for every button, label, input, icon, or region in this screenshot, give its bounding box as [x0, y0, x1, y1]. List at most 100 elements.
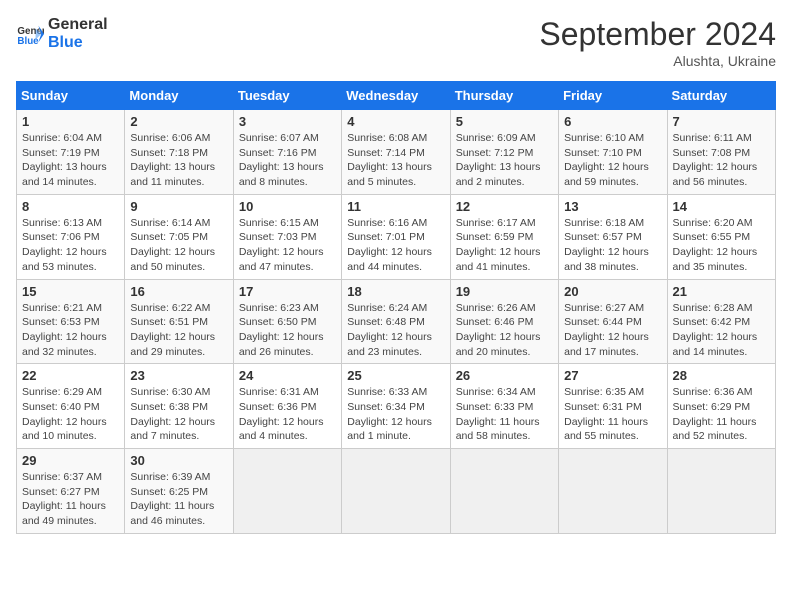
- logo-general: General: [48, 16, 108, 34]
- day-info: Sunrise: 6:04 AMSunset: 7:19 PMDaylight:…: [22, 131, 119, 190]
- day-info: Sunrise: 6:18 AMSunset: 6:57 PMDaylight:…: [564, 216, 661, 275]
- calendar-cell: 27 Sunrise: 6:35 AMSunset: 6:31 PMDayligh…: [559, 364, 667, 449]
- calendar-cell: 15Sunrise: 6:21 AMSunset: 6:53 PMDayligh…: [17, 279, 125, 364]
- day-number: 2: [130, 114, 227, 129]
- day-header-wednesday: Wednesday: [342, 82, 450, 110]
- day-info: Sunrise: 6:35 AMSunset: 6:31 PMDaylight:…: [564, 385, 661, 444]
- calendar-cell: 30 Sunrise: 6:39 AMSunset: 6:25 PMDayligh…: [125, 449, 233, 534]
- calendar-cell: 1 Sunrise: 6:04 AMSunset: 7:19 PMDaylight…: [17, 110, 125, 195]
- day-info: Sunrise: 6:22 AMSunset: 6:51 PMDaylight:…: [130, 301, 227, 360]
- day-info: Sunrise: 6:20 AMSunset: 6:55 PMDaylight:…: [673, 216, 770, 275]
- day-info: Sunrise: 6:39 AMSunset: 6:25 PMDaylight:…: [130, 470, 227, 529]
- day-number: 11: [347, 199, 444, 214]
- calendar-cell: [342, 449, 450, 534]
- calendar-week-row: 15Sunrise: 6:21 AMSunset: 6:53 PMDayligh…: [17, 279, 776, 364]
- day-info: Sunrise: 6:28 AMSunset: 6:42 PMDaylight:…: [673, 301, 770, 360]
- day-info: Sunrise: 6:15 AMSunset: 7:03 PMDaylight:…: [239, 216, 336, 275]
- day-number: 27: [564, 368, 661, 383]
- calendar-cell: 22 Sunrise: 6:29 AMSunset: 6:40 PMDayligh…: [17, 364, 125, 449]
- day-info: Sunrise: 6:16 AMSunset: 7:01 PMDaylight:…: [347, 216, 444, 275]
- calendar-cell: 8 Sunrise: 6:13 AMSunset: 7:06 PMDaylight…: [17, 194, 125, 279]
- calendar-week-row: 29 Sunrise: 6:37 AMSunset: 6:27 PMDayligh…: [17, 449, 776, 534]
- calendar-cell: 5Sunrise: 6:09 AMSunset: 7:12 PMDaylight…: [450, 110, 558, 195]
- calendar-cell: 21 Sunrise: 6:28 AMSunset: 6:42 PMDayligh…: [667, 279, 775, 364]
- calendar-cell: [450, 449, 558, 534]
- calendar-cell: 4Sunrise: 6:08 AMSunset: 7:14 PMDaylight…: [342, 110, 450, 195]
- calendar-cell: 25Sunrise: 6:33 AMSunset: 6:34 PMDayligh…: [342, 364, 450, 449]
- day-number: 10: [239, 199, 336, 214]
- day-number: 29: [22, 453, 119, 468]
- day-number: 25: [347, 368, 444, 383]
- day-number: 12: [456, 199, 553, 214]
- calendar-cell: [559, 449, 667, 534]
- calendar-cell: 24 Sunrise: 6:31 AMSunset: 6:36 PMDayligh…: [233, 364, 341, 449]
- day-number: 1: [22, 114, 119, 129]
- day-number: 17: [239, 284, 336, 299]
- day-header-tuesday: Tuesday: [233, 82, 341, 110]
- day-info: Sunrise: 6:14 AMSunset: 7:05 PMDaylight:…: [130, 216, 227, 275]
- day-info: Sunrise: 6:23 AMSunset: 6:50 PMDaylight:…: [239, 301, 336, 360]
- day-number: 24: [239, 368, 336, 383]
- day-number: 4: [347, 114, 444, 129]
- calendar-cell: 17 Sunrise: 6:23 AMSunset: 6:50 PMDayligh…: [233, 279, 341, 364]
- day-info: Sunrise: 6:17 AMSunset: 6:59 PMDaylight:…: [456, 216, 553, 275]
- day-info: Sunrise: 6:36 AMSunset: 6:29 PMDaylight:…: [673, 385, 770, 444]
- calendar-cell: 19 Sunrise: 6:26 AMSunset: 6:46 PMDayligh…: [450, 279, 558, 364]
- day-info: Sunrise: 6:06 AMSunset: 7:18 PMDaylight:…: [130, 131, 227, 190]
- day-header-friday: Friday: [559, 82, 667, 110]
- calendar-table: SundayMondayTuesdayWednesdayThursdayFrid…: [16, 81, 776, 534]
- day-info: Sunrise: 6:13 AMSunset: 7:06 PMDaylight:…: [22, 216, 119, 275]
- calendar-cell: 9Sunrise: 6:14 AMSunset: 7:05 PMDaylight…: [125, 194, 233, 279]
- day-number: 28: [673, 368, 770, 383]
- day-info: Sunrise: 6:24 AMSunset: 6:48 PMDaylight:…: [347, 301, 444, 360]
- day-number: 8: [22, 199, 119, 214]
- day-number: 15: [22, 284, 119, 299]
- day-number: 30: [130, 453, 227, 468]
- month-title: September 2024: [539, 16, 776, 53]
- logo-blue: Blue: [48, 34, 108, 52]
- calendar-cell: 28 Sunrise: 6:36 AMSunset: 6:29 PMDayligh…: [667, 364, 775, 449]
- day-number: 14: [673, 199, 770, 214]
- calendar-cell: 11 Sunrise: 6:16 AMSunset: 7:01 PMDayligh…: [342, 194, 450, 279]
- calendar-cell: 2 Sunrise: 6:06 AMSunset: 7:18 PMDaylight…: [125, 110, 233, 195]
- calendar-week-row: 22 Sunrise: 6:29 AMSunset: 6:40 PMDayligh…: [17, 364, 776, 449]
- day-number: 22: [22, 368, 119, 383]
- day-info: Sunrise: 6:27 AMSunset: 6:44 PMDaylight:…: [564, 301, 661, 360]
- day-header-saturday: Saturday: [667, 82, 775, 110]
- day-info: Sunrise: 6:11 AMSunset: 7:08 PMDaylight:…: [673, 131, 770, 190]
- calendar-cell: 26Sunrise: 6:34 AMSunset: 6:33 PMDayligh…: [450, 364, 558, 449]
- day-info: Sunrise: 6:26 AMSunset: 6:46 PMDaylight:…: [456, 301, 553, 360]
- calendar-cell: 14 Sunrise: 6:20 AMSunset: 6:55 PMDayligh…: [667, 194, 775, 279]
- day-info: Sunrise: 6:30 AMSunset: 6:38 PMDaylight:…: [130, 385, 227, 444]
- calendar-week-row: 1 Sunrise: 6:04 AMSunset: 7:19 PMDaylight…: [17, 110, 776, 195]
- day-number: 26: [456, 368, 553, 383]
- calendar-cell: 12 Sunrise: 6:17 AMSunset: 6:59 PMDayligh…: [450, 194, 558, 279]
- page-header: General Blue General Blue September 2024…: [16, 16, 776, 69]
- calendar-cell: 7 Sunrise: 6:11 AMSunset: 7:08 PMDaylight…: [667, 110, 775, 195]
- day-header-monday: Monday: [125, 82, 233, 110]
- calendar-cell: 10 Sunrise: 6:15 AMSunset: 7:03 PMDayligh…: [233, 194, 341, 279]
- logo-icon: General Blue: [16, 20, 44, 48]
- calendar-cell: 20Sunrise: 6:27 AMSunset: 6:44 PMDayligh…: [559, 279, 667, 364]
- day-number: 3: [239, 114, 336, 129]
- calendar-cell: 3 Sunrise: 6:07 AMSunset: 7:16 PMDaylight…: [233, 110, 341, 195]
- day-number: 18: [347, 284, 444, 299]
- calendar-week-row: 8 Sunrise: 6:13 AMSunset: 7:06 PMDaylight…: [17, 194, 776, 279]
- calendar-cell: 18 Sunrise: 6:24 AMSunset: 6:48 PMDayligh…: [342, 279, 450, 364]
- calendar-cell: [233, 449, 341, 534]
- day-number: 7: [673, 114, 770, 129]
- day-info: Sunrise: 6:37 AMSunset: 6:27 PMDaylight:…: [22, 470, 119, 529]
- day-info: Sunrise: 6:07 AMSunset: 7:16 PMDaylight:…: [239, 131, 336, 190]
- day-info: Sunrise: 6:31 AMSunset: 6:36 PMDaylight:…: [239, 385, 336, 444]
- calendar-header-row: SundayMondayTuesdayWednesdayThursdayFrid…: [17, 82, 776, 110]
- day-number: 21: [673, 284, 770, 299]
- day-number: 23: [130, 368, 227, 383]
- day-number: 19: [456, 284, 553, 299]
- day-number: 13: [564, 199, 661, 214]
- day-info: Sunrise: 6:29 AMSunset: 6:40 PMDaylight:…: [22, 385, 119, 444]
- calendar-cell: [667, 449, 775, 534]
- day-header-thursday: Thursday: [450, 82, 558, 110]
- logo: General Blue General Blue: [16, 16, 108, 51]
- calendar-cell: 13 Sunrise: 6:18 AMSunset: 6:57 PMDayligh…: [559, 194, 667, 279]
- day-info: Sunrise: 6:09 AMSunset: 7:12 PMDaylight:…: [456, 131, 553, 190]
